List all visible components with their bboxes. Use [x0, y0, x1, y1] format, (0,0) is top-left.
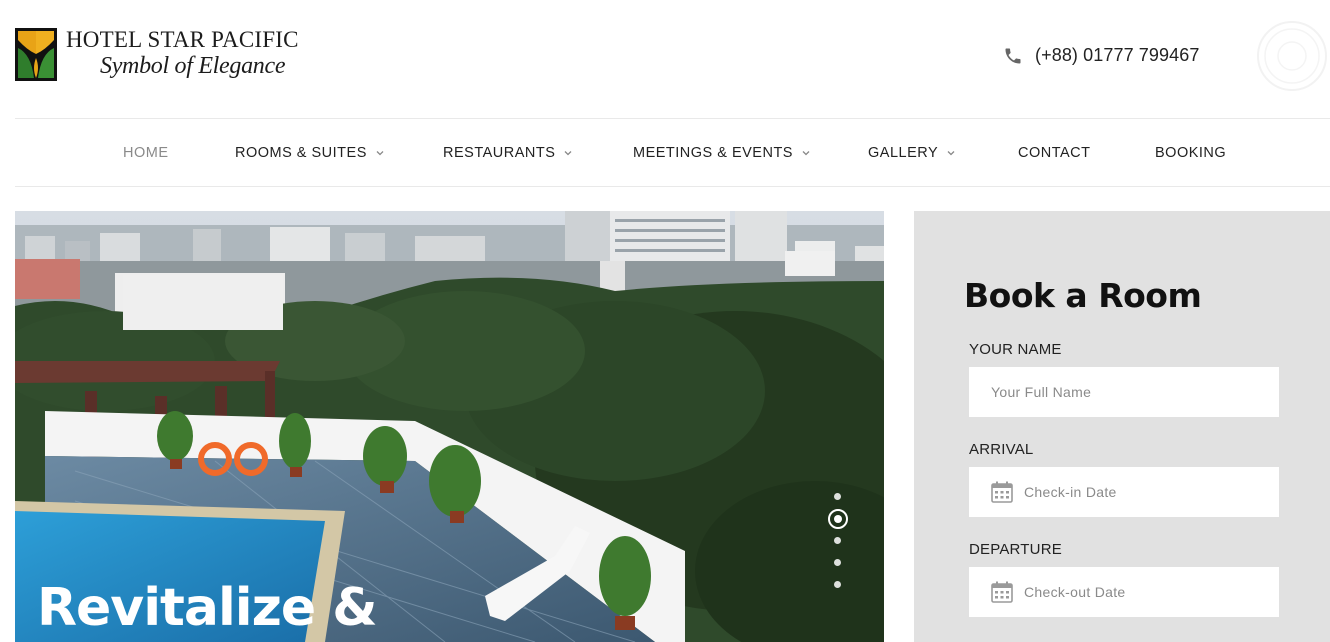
hotel-tagline: Symbol of Elegance — [100, 53, 286, 79]
slider-pagination — [828, 491, 848, 591]
award-seal-icon — [1257, 21, 1327, 91]
chevron-down-icon — [802, 151, 810, 156]
slider-dot[interactable] — [834, 537, 841, 544]
booking-panel: Book a Room YOUR NAME ARRIVAL DEPARTURE — [914, 211, 1330, 642]
hotel-name: HOTEL STAR PACIFIC — [66, 27, 299, 52]
nav-item-label: RESTAURANTS — [443, 145, 556, 161]
nav-item-label: CONTACT — [1018, 145, 1091, 161]
calendar-icon — [991, 581, 1013, 603]
site-header: HOTEL STAR PACIFIC Symbol of Elegance (+… — [0, 0, 1330, 118]
nav-item-rooms-suites[interactable]: ROOMS & SUITES — [235, 119, 385, 187]
nav-item-home[interactable]: HOME — [123, 119, 169, 187]
chevron-down-icon — [376, 151, 384, 156]
arrival-field-wrapper — [969, 467, 1279, 517]
nav-item-label: MEETINGS & EVENTS — [633, 145, 793, 161]
hotel-leaf-logo-icon — [15, 28, 57, 81]
main-navigation: HOME ROOMS & SUITES RESTAURANTS MEETINGS… — [15, 118, 1330, 187]
nav-item-label: HOME — [123, 145, 169, 161]
checkout-date-input[interactable] — [1024, 567, 1279, 617]
nav-item-label: BOOKING — [1155, 145, 1227, 161]
header-phone[interactable]: (+88) 01777 799467 — [1003, 45, 1199, 66]
nav-item-label: ROOMS & SUITES — [235, 145, 367, 161]
nav-item-label: GALLERY — [868, 145, 939, 161]
nav-item-restaurants[interactable]: RESTAURANTS — [443, 119, 573, 187]
name-input[interactable] — [969, 367, 1279, 417]
nav-item-booking[interactable]: BOOKING — [1155, 119, 1226, 187]
nav-item-contact[interactable]: CONTACT — [1018, 119, 1091, 187]
chevron-down-icon — [947, 151, 955, 156]
slider-dot-active[interactable] — [828, 509, 848, 529]
name-field-wrapper — [969, 367, 1279, 417]
chevron-down-icon — [564, 151, 572, 156]
phone-icon — [1005, 48, 1021, 63]
slider-dot[interactable] — [834, 581, 841, 588]
booking-title: Book a Room — [964, 276, 1202, 315]
site-logo[interactable]: HOTEL STAR PACIFIC Symbol of Elegance — [15, 28, 299, 81]
departure-field-wrapper — [969, 567, 1279, 617]
slider-dot[interactable] — [834, 493, 841, 500]
arrival-field-label: ARRIVAL — [969, 441, 1034, 458]
name-field-label: YOUR NAME — [969, 341, 1062, 358]
slider-dot[interactable] — [834, 559, 841, 566]
calendar-icon — [991, 481, 1013, 503]
nav-item-meetings-events[interactable]: MEETINGS & EVENTS — [633, 119, 811, 187]
departure-field-label: DEPARTURE — [969, 541, 1062, 558]
checkin-date-input[interactable] — [1024, 467, 1279, 517]
hero-headline: Revitalize & — [37, 578, 378, 638]
phone-number: (+88) 01777 799467 — [1035, 45, 1200, 65]
nav-item-gallery[interactable]: GALLERY — [868, 119, 956, 187]
